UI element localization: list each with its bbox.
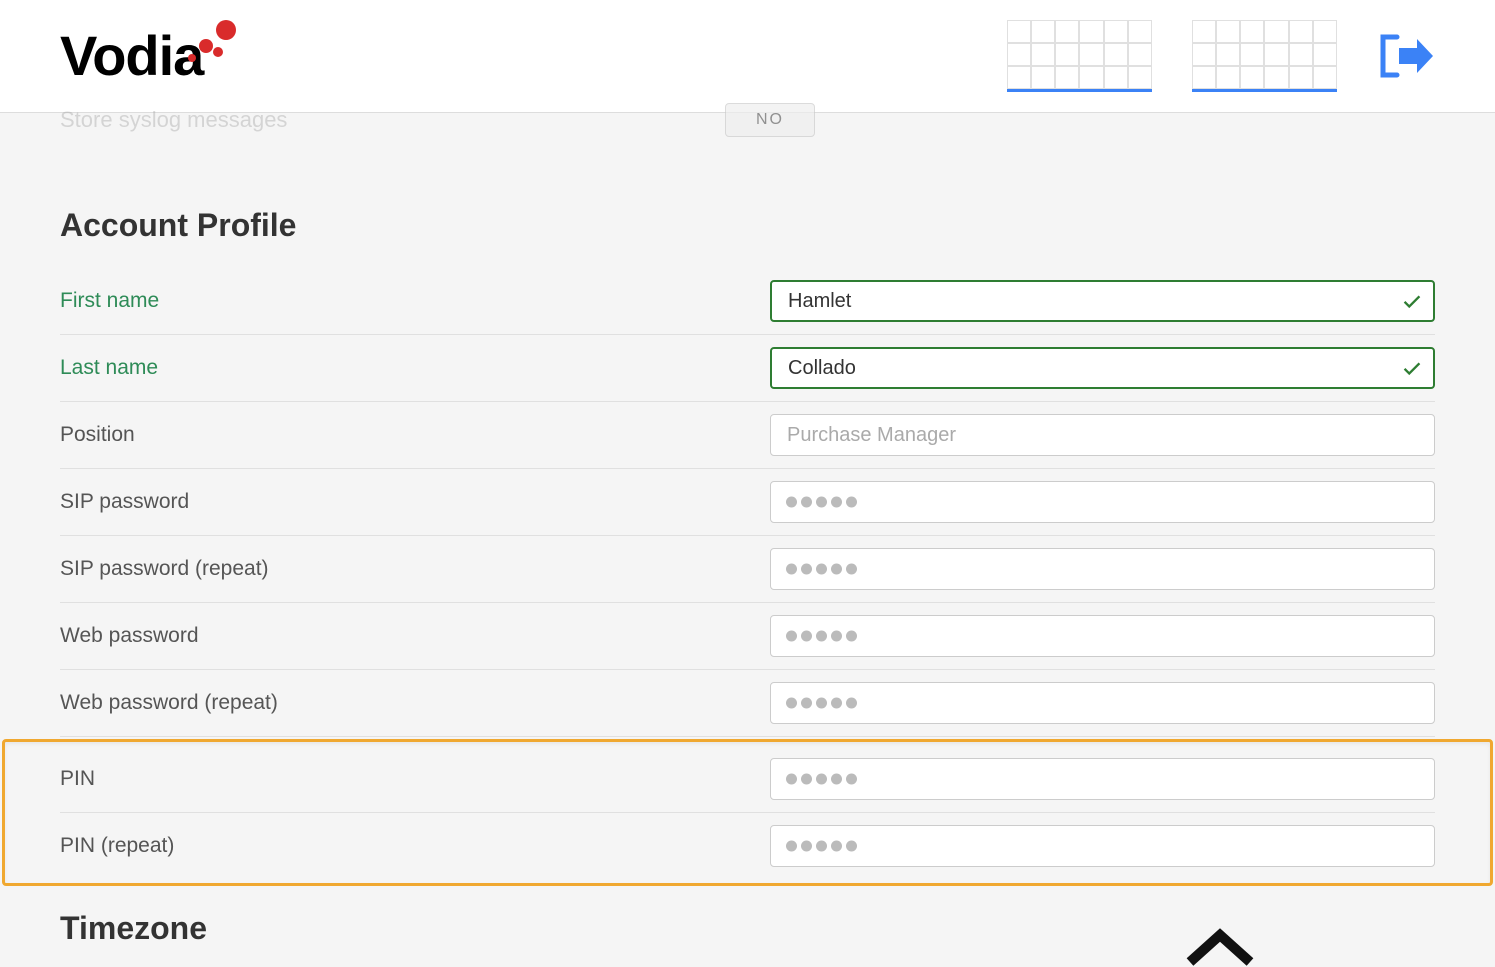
toggle-value: NO [756, 111, 784, 129]
chevron-up-icon[interactable] [1185, 927, 1255, 967]
input-wrap-web-password-repeat [770, 682, 1435, 724]
partial-row-syslog: Store syslog messages NO [60, 103, 1435, 155]
input-wrap-position [770, 414, 1435, 456]
last-name-input[interactable] [770, 347, 1435, 389]
row-pin-repeat: PIN (repeat) [60, 813, 1435, 879]
input-wrap-sip-password [770, 481, 1435, 523]
syslog-toggle[interactable]: NO [725, 103, 815, 137]
label-pin: PIN [60, 767, 770, 791]
sip-password-input[interactable] [770, 481, 1435, 523]
label-sip-password: SIP password [60, 490, 770, 514]
web-password-repeat-input[interactable] [770, 682, 1435, 724]
logo-text: Vodia [60, 28, 203, 84]
row-web-password-repeat: Web password (repeat) [60, 670, 1435, 737]
sip-password-repeat-input[interactable] [770, 548, 1435, 590]
row-web-password: Web password [60, 603, 1435, 670]
row-first-name: First name [60, 268, 1435, 335]
first-name-input[interactable] [770, 280, 1435, 322]
row-position: Position [60, 402, 1435, 469]
row-sip-password-repeat: SIP password (repeat) [60, 536, 1435, 603]
position-input[interactable] [770, 414, 1435, 456]
label-position: Position [60, 423, 770, 447]
row-pin: PIN [60, 746, 1435, 813]
pin-repeat-input[interactable] [770, 825, 1435, 867]
label-web-password-repeat: Web password (repeat) [60, 691, 770, 715]
logout-icon[interactable] [1377, 31, 1435, 81]
row-last-name: Last name [60, 335, 1435, 402]
pin-highlight-box: PIN PIN (repeat) [2, 739, 1493, 886]
input-wrap-first-name [770, 280, 1435, 322]
app-header: Vodia [0, 0, 1495, 113]
check-icon [1401, 290, 1423, 312]
check-icon [1401, 357, 1423, 379]
label-web-password: Web password [60, 624, 770, 648]
input-wrap-sip-password-repeat [770, 548, 1435, 590]
pin-input[interactable] [770, 758, 1435, 800]
input-wrap-pin [770, 758, 1435, 800]
input-wrap-web-password [770, 615, 1435, 657]
logo-dots-icon [188, 20, 236, 64]
calendar-widget-1[interactable] [1007, 20, 1152, 92]
input-wrap-last-name [770, 347, 1435, 389]
web-password-input[interactable] [770, 615, 1435, 657]
label-sip-password-repeat: SIP password (repeat) [60, 557, 770, 581]
input-wrap-pin-repeat [770, 825, 1435, 867]
content-area: Store syslog messages NO Account Profile… [0, 103, 1495, 947]
calendar-widget-2[interactable] [1192, 20, 1337, 92]
syslog-label: Store syslog messages [60, 107, 287, 133]
label-pin-repeat: PIN (repeat) [60, 834, 770, 858]
logo: Vodia [60, 28, 203, 84]
row-sip-password: SIP password [60, 469, 1435, 536]
label-first-name: First name [60, 289, 770, 313]
header-right [1007, 20, 1435, 92]
label-last-name: Last name [60, 356, 770, 380]
section-title-account-profile: Account Profile [60, 207, 1435, 244]
